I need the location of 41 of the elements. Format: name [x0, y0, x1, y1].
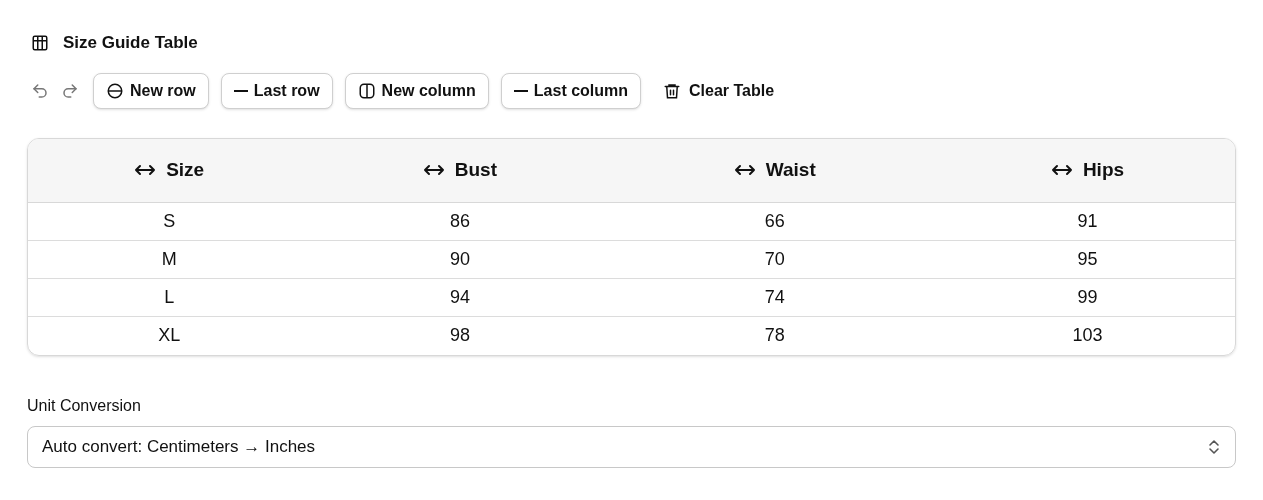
section-title: Size Guide Table — [63, 32, 198, 54]
column-header: Bust — [454, 158, 498, 182]
clear-table-button[interactable]: Clear Table — [653, 72, 785, 109]
toolbar-button[interactable]: New column — [344, 72, 489, 109]
table-cell: 70 — [609, 240, 940, 279]
table-cell: 74 — [609, 278, 940, 317]
table-cell: M — [28, 240, 311, 279]
table-cell: 86 — [310, 202, 610, 241]
table-cell: 103 — [939, 316, 1235, 355]
field-label: Unit Conversion — [27, 395, 142, 416]
column-icon — [357, 81, 376, 100]
chevrons-icon — [1207, 438, 1221, 455]
table-cell: 99 — [939, 278, 1235, 317]
table-cell: 98 — [310, 316, 610, 355]
table-cell: L — [28, 278, 311, 317]
resize-icon[interactable] — [134, 163, 157, 178]
table-icon — [31, 33, 49, 52]
undo-icon[interactable] — [31, 81, 49, 100]
trash-icon — [663, 81, 682, 100]
row-icon — [106, 81, 124, 100]
unit-select[interactable]: Auto convert: Centimeters → Inches — [27, 425, 1236, 468]
toolbar-button[interactable]: Last row — [220, 72, 333, 109]
table-cell: 95 — [939, 240, 1235, 279]
resize-icon[interactable] — [1050, 163, 1073, 178]
table-cell: 91 — [939, 202, 1235, 241]
toolbar-button[interactable]: New row — [93, 72, 209, 109]
column-header: Hips — [1082, 158, 1125, 182]
table-cell: 66 — [609, 202, 940, 241]
table-cell: 90 — [310, 240, 610, 279]
table-cell: S — [28, 202, 311, 241]
table-cell: 78 — [609, 316, 940, 355]
minus-icon — [233, 89, 248, 92]
redo-icon[interactable] — [61, 81, 79, 100]
resize-icon[interactable] — [733, 163, 756, 178]
column-header: Waist — [765, 158, 816, 182]
column-header: Size — [166, 158, 205, 182]
table-cell: XL — [28, 316, 311, 355]
toolbar-button[interactable]: Last column — [500, 72, 642, 109]
resize-icon[interactable] — [422, 163, 445, 178]
table-cell: 94 — [310, 278, 610, 317]
minus-icon — [513, 89, 528, 92]
